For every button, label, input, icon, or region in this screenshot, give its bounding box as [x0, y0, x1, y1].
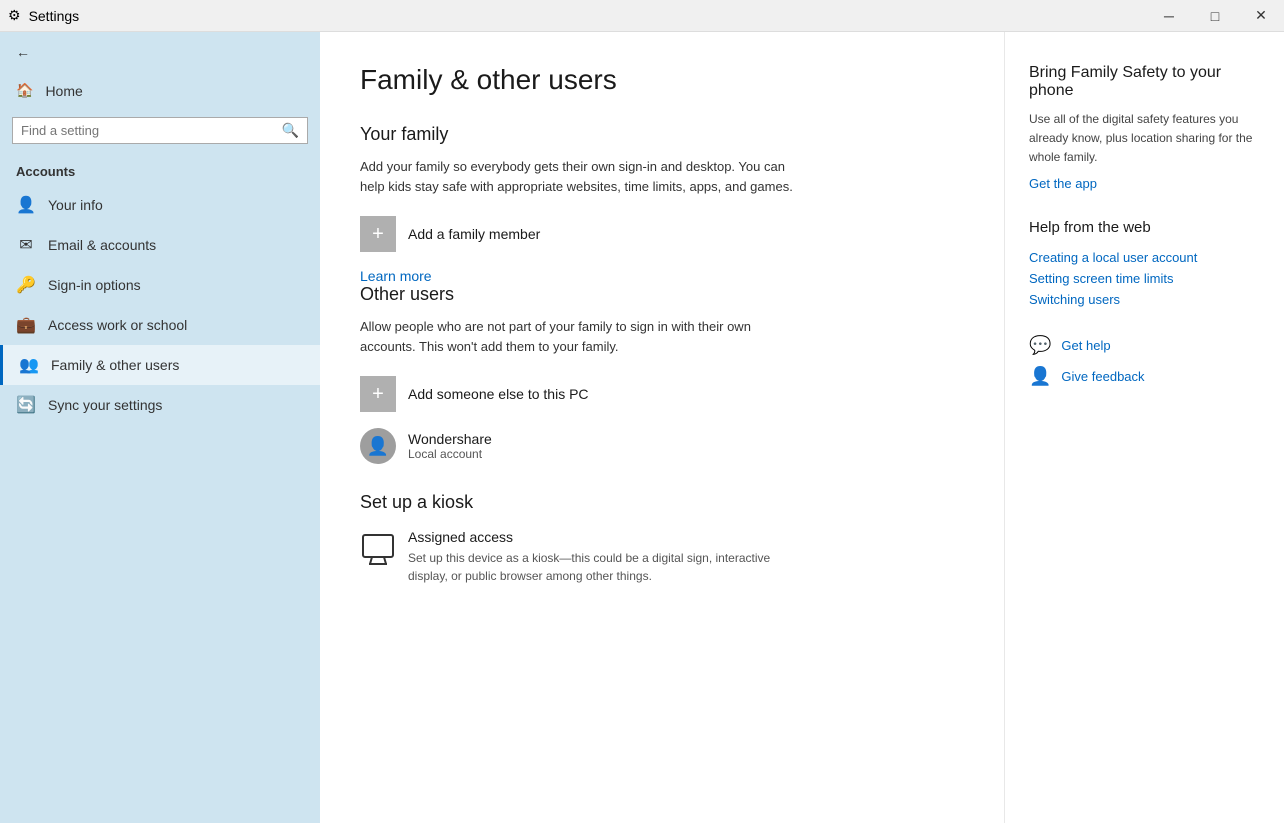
your-info-icon: 👤	[16, 195, 36, 215]
promo-desc: Use all of the digital safety features y…	[1029, 110, 1260, 168]
give-feedback-icon: 👤	[1029, 366, 1051, 387]
search-input[interactable]	[21, 123, 276, 138]
sidebar-item-label: Access work or school	[48, 317, 187, 333]
get-help-icon: 💬	[1029, 335, 1051, 356]
learn-more-link[interactable]: Learn more	[360, 268, 432, 284]
your-family-desc: Add your family so everybody gets their …	[360, 157, 810, 196]
sidebar-item-label: Family & other users	[51, 357, 179, 373]
other-users-title: Other users	[360, 284, 964, 305]
help-link-3[interactable]: Switching users	[1029, 292, 1260, 307]
give-feedback-label: Give feedback	[1061, 369, 1144, 384]
sidebar-item-family-users[interactable]: 👥 Family & other users	[0, 345, 320, 385]
actions-section: 💬 Get help 👤 Give feedback	[1029, 335, 1260, 387]
sidebar-item-label: Sign-in options	[48, 277, 141, 293]
sidebar-item-sync[interactable]: 🔄 Sync your settings	[0, 385, 320, 425]
back-button[interactable]: ←	[0, 32, 320, 72]
add-family-icon: +	[360, 216, 396, 252]
titlebar-controls: ─ □ ✕	[1146, 0, 1284, 32]
add-pc-user-button[interactable]: + Add someone else to this PC	[360, 376, 964, 412]
email-icon: ✉	[16, 235, 36, 255]
other-users-desc: Allow people who are not part of your fa…	[360, 317, 810, 356]
signin-icon: 🔑	[16, 275, 36, 295]
kiosk-title: Set up a kiosk	[360, 492, 964, 513]
close-button[interactable]: ✕	[1238, 0, 1284, 32]
home-icon: 🏠	[16, 82, 33, 99]
kiosk-item[interactable]: Assigned access Set up this device as a …	[360, 529, 964, 585]
content-area: Family & other users Your family Add you…	[320, 32, 1004, 823]
minimize-button[interactable]: ─	[1146, 0, 1192, 32]
get-help-action[interactable]: 💬 Get help	[1029, 335, 1260, 356]
kiosk-icon	[360, 531, 396, 574]
add-family-button[interactable]: + Add a family member	[360, 216, 964, 252]
sidebar-item-email-accounts[interactable]: ✉ Email & accounts	[0, 225, 320, 265]
promo-title: Bring Family Safety to your phone	[1029, 64, 1260, 100]
main-area: Family & other users Your family Add you…	[320, 32, 1284, 823]
titlebar: ⚙ Settings ─ □ ✕	[0, 0, 1284, 32]
user-type: Local account	[408, 447, 492, 461]
kiosk-assigned-title: Assigned access	[408, 529, 788, 545]
sidebar-item-your-info[interactable]: 👤 Your info	[0, 185, 320, 225]
search-icon: 🔍	[282, 122, 299, 139]
app-body: ← 🏠 Home 🔍 Accounts 👤 Your info ✉ Email …	[0, 32, 1284, 823]
add-pc-user-icon: +	[360, 376, 396, 412]
give-feedback-action[interactable]: 👤 Give feedback	[1029, 366, 1260, 387]
maximize-button[interactable]: □	[1192, 0, 1238, 32]
work-icon: 💼	[16, 315, 36, 335]
sidebar: ← 🏠 Home 🔍 Accounts 👤 Your info ✉ Email …	[0, 32, 320, 823]
user-name: Wondershare	[408, 431, 492, 447]
titlebar-left: ⚙ Settings	[8, 7, 79, 24]
kiosk-assigned-desc: Set up this device as a kiosk—this could…	[408, 549, 788, 585]
help-section: Help from the web Creating a local user …	[1029, 219, 1260, 307]
sidebar-item-home[interactable]: 🏠 Home	[0, 72, 320, 109]
user-info: Wondershare Local account	[408, 431, 492, 461]
add-pc-user-label: Add someone else to this PC	[408, 386, 589, 402]
your-family-title: Your family	[360, 124, 964, 145]
sidebar-section-label: Accounts	[0, 152, 320, 185]
search-box[interactable]: 🔍	[12, 117, 308, 144]
right-panel: Bring Family Safety to your phone Use al…	[1004, 32, 1284, 823]
user-avatar: 👤	[360, 428, 396, 464]
titlebar-title: Settings	[29, 8, 80, 24]
family-icon: 👥	[19, 355, 39, 375]
get-app-link[interactable]: Get the app	[1029, 176, 1260, 191]
help-title: Help from the web	[1029, 219, 1260, 236]
sidebar-item-label: Email & accounts	[48, 237, 156, 253]
page-title: Family & other users	[360, 64, 964, 96]
home-label: Home	[45, 83, 82, 99]
sidebar-item-label: Your info	[48, 197, 103, 213]
back-icon: ←	[16, 44, 30, 60]
sidebar-item-access-work[interactable]: 💼 Access work or school	[0, 305, 320, 345]
sidebar-item-sign-in[interactable]: 🔑 Sign-in options	[0, 265, 320, 305]
help-link-2[interactable]: Setting screen time limits	[1029, 271, 1260, 286]
get-help-label: Get help	[1061, 338, 1110, 353]
settings-icon: ⚙	[8, 7, 21, 24]
user-row[interactable]: 👤 Wondershare Local account	[360, 428, 964, 464]
kiosk-info: Assigned access Set up this device as a …	[408, 529, 788, 585]
add-family-label: Add a family member	[408, 226, 540, 242]
help-link-1[interactable]: Creating a local user account	[1029, 250, 1260, 265]
sync-icon: 🔄	[16, 395, 36, 415]
sidebar-item-label: Sync your settings	[48, 397, 162, 413]
